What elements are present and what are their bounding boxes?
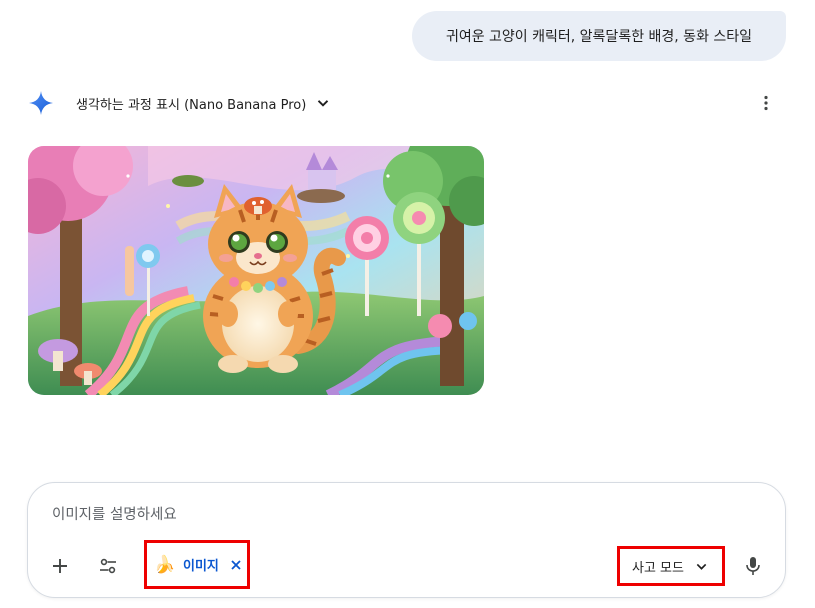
- show-thinking-label: 생각하는 과정 표시 (Nano Banana Pro): [76, 97, 307, 113]
- show-thinking-toggle[interactable]: 생각하는 과정 표시 (Nano Banana Pro): [76, 88, 330, 118]
- image-chip-label: 이미지: [183, 559, 219, 574]
- chevron-down-icon: [696, 563, 707, 570]
- user-message-bubble: 귀여운 고양이 캐릭터, 알록달록한 배경, 동화 스타일: [412, 11, 786, 61]
- tools-button[interactable]: [92, 550, 124, 582]
- generated-image[interactable]: [28, 146, 484, 395]
- add-attachment-button[interactable]: [44, 550, 76, 582]
- tools-icon: [100, 558, 116, 574]
- banana-icon: 🍌: [154, 554, 176, 575]
- microphone-button[interactable]: [737, 550, 769, 582]
- response-header: 생각하는 과정 표시 (Nano Banana Pro): [28, 88, 788, 118]
- prompt-composer: 🍌 이미지 사고 모드: [27, 482, 786, 598]
- spark-icon: [29, 91, 53, 115]
- prompt-input[interactable]: [52, 503, 752, 527]
- user-message-text: 귀여운 고양이 캐릭터, 알록달록한 배경, 동화 스타일: [445, 29, 753, 45]
- thinking-mode-dropdown[interactable]: 사고 모드: [617, 546, 725, 586]
- close-icon[interactable]: [229, 558, 243, 572]
- mic-icon: [746, 557, 760, 575]
- more-vert-icon[interactable]: [756, 93, 776, 113]
- chevron-down-icon: [318, 100, 329, 107]
- mode-label: 사고 모드: [632, 560, 684, 576]
- fairytale-cat-illustration: [28, 146, 484, 395]
- plus-icon: [53, 559, 67, 573]
- image-tool-chip[interactable]: 🍌 이미지: [144, 540, 250, 589]
